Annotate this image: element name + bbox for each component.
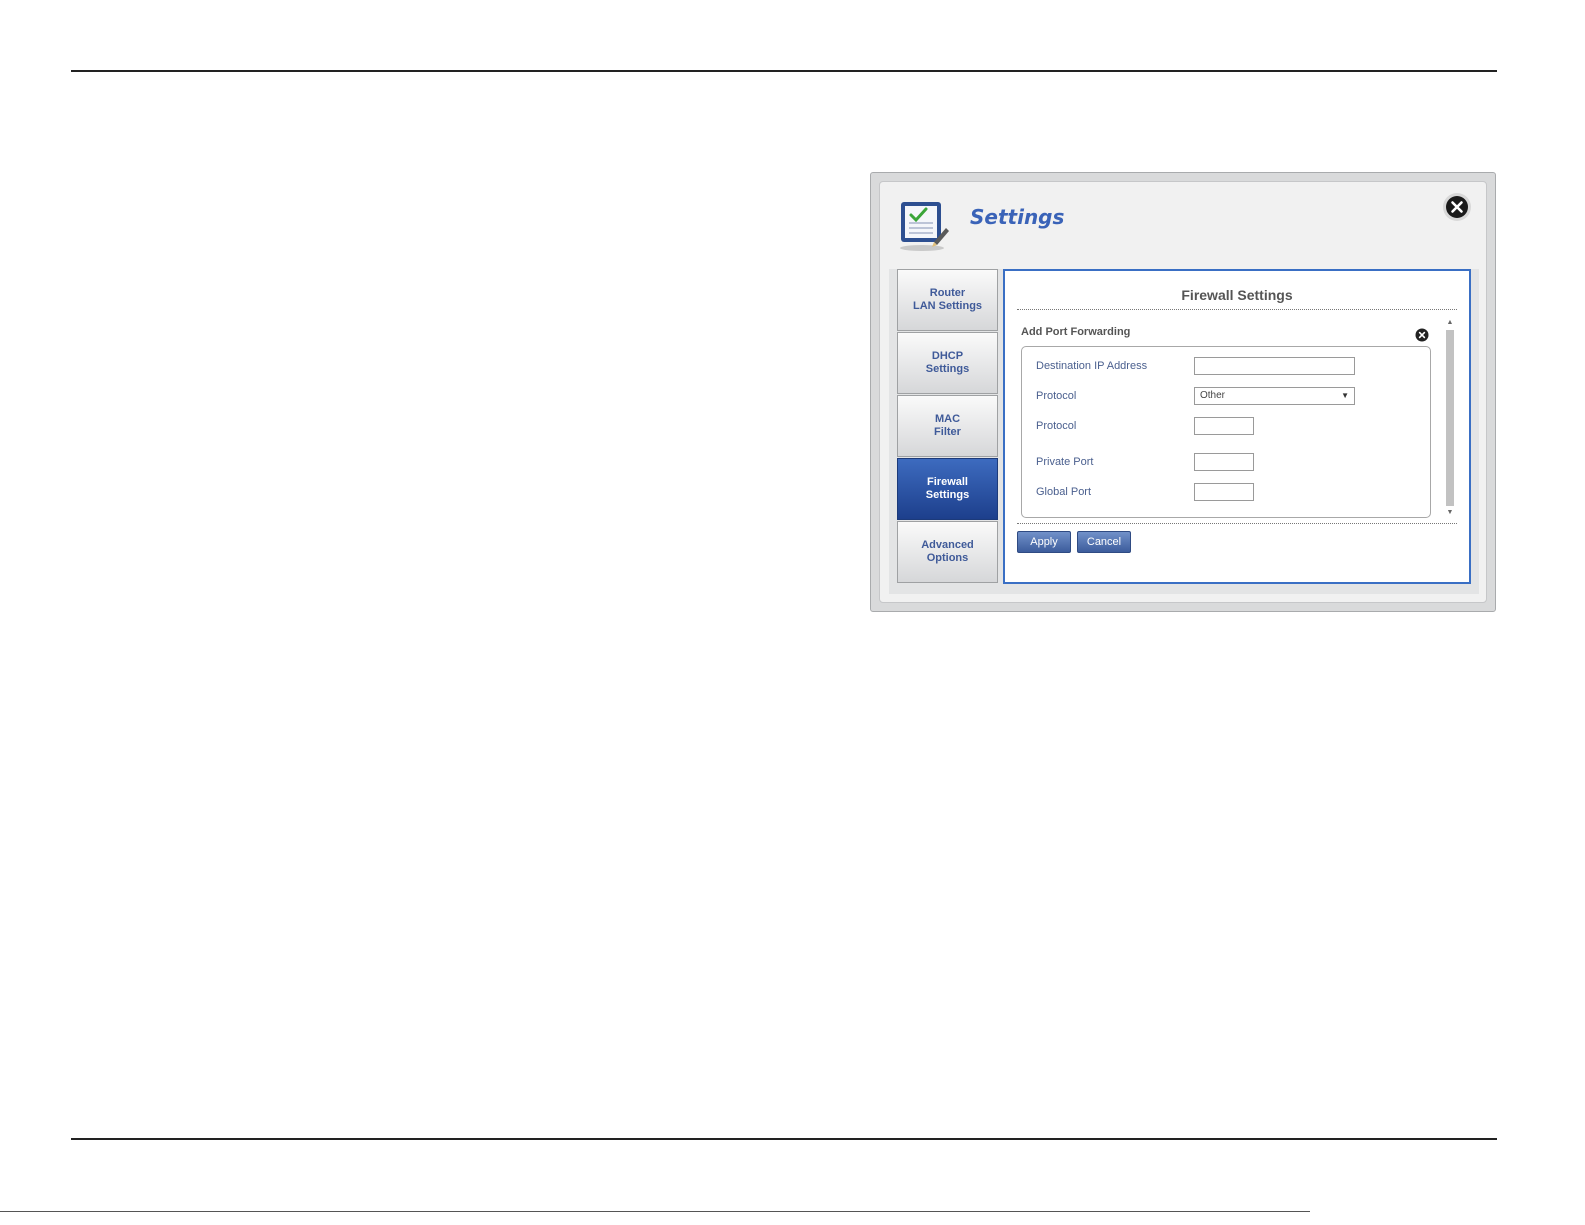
nav-item-dhcp-settings[interactable]: DHCP Settings xyxy=(897,332,998,394)
nav-item-label: Router LAN Settings xyxy=(912,287,983,312)
dialog-title: Settings xyxy=(970,205,1065,229)
page: Settings Router LAN Settings DHCP Settin… xyxy=(0,0,1585,1225)
header-rule xyxy=(71,70,1497,72)
section-title: Add Port Forwarding xyxy=(1021,326,1131,338)
panel-title: Firewall Settings xyxy=(1181,287,1293,303)
destination-ip-input[interactable] xyxy=(1194,357,1355,375)
destination-ip-label: Destination IP Address xyxy=(1036,360,1148,372)
divider xyxy=(1017,309,1457,310)
protocol-label: Protocol xyxy=(1036,390,1077,402)
settings-checklist-icon xyxy=(900,202,949,251)
footer-rule xyxy=(71,1138,1497,1140)
dialog-body: Settings Router LAN Settings DHCP Settin… xyxy=(879,181,1487,603)
divider xyxy=(1017,523,1457,524)
port-forwarding-form: Destination IP Address Protocol Other ▼ … xyxy=(1021,346,1431,518)
nav-item-mac-filter[interactable]: MAC Filter xyxy=(897,395,998,457)
protocol-number-input[interactable] xyxy=(1194,417,1254,435)
nav-item-firewall-settings[interactable]: Firewall Settings xyxy=(897,458,998,520)
nav-item-label: Firewall Settings xyxy=(925,476,970,501)
cancel-button[interactable]: Cancel xyxy=(1077,531,1131,553)
nav-item-label: DHCP Settings xyxy=(925,350,970,375)
close-icon[interactable] xyxy=(1442,192,1472,222)
apply-button[interactable]: Apply xyxy=(1017,531,1071,553)
settings-dialog: Settings Router LAN Settings DHCP Settin… xyxy=(870,172,1496,612)
close-icon[interactable] xyxy=(1415,328,1429,342)
global-port-label: Global Port xyxy=(1036,486,1092,498)
footer-baseline xyxy=(0,1211,1310,1212)
nav-item-advanced-options[interactable]: Advanced Options xyxy=(897,521,998,583)
settings-content: Router LAN Settings DHCP Settings MAC Fi… xyxy=(889,269,1479,594)
global-port-input[interactable] xyxy=(1194,483,1254,501)
protocol-selected-value: Other xyxy=(1200,390,1226,401)
scroll-up-icon[interactable]: ▲ xyxy=(1445,318,1455,328)
settings-nav: Router LAN Settings DHCP Settings MAC Fi… xyxy=(897,269,998,584)
chevron-down-icon: ▼ xyxy=(1341,391,1349,400)
nav-item-label: Advanced Options xyxy=(921,539,974,564)
scroll-down-icon[interactable]: ▼ xyxy=(1445,508,1455,518)
private-port-input[interactable] xyxy=(1194,453,1254,471)
protocol-number-label: Protocol xyxy=(1036,420,1077,432)
private-port-label: Private Port xyxy=(1036,456,1094,468)
firewall-settings-panel: Firewall Settings Add Port Forwarding De… xyxy=(1003,269,1471,584)
protocol-select[interactable]: Other ▼ xyxy=(1194,387,1355,405)
nav-item-router-lan-settings[interactable]: Router LAN Settings xyxy=(897,269,998,331)
nav-item-label: MAC Filter xyxy=(934,413,961,438)
scroll-thumb[interactable] xyxy=(1446,330,1454,506)
scrollbar[interactable]: ▲ ▼ xyxy=(1445,318,1455,518)
